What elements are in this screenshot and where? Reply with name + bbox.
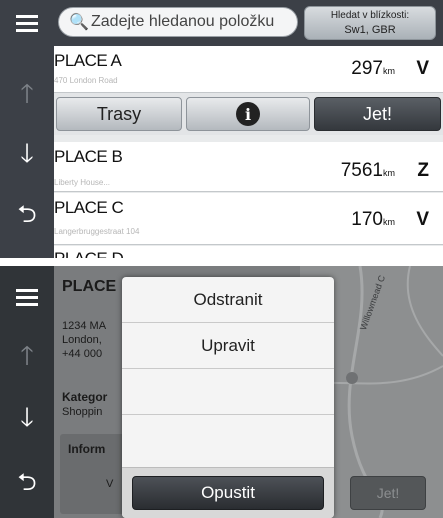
arrow-up-icon: 🡑	[20, 340, 34, 370]
result-row[interactable]: PLACE D	[54, 246, 443, 258]
info-button[interactable]: i	[186, 97, 310, 131]
cancel-button[interactable]: Opustit	[132, 476, 324, 510]
go-button[interactable]: Jet!	[314, 97, 441, 131]
panel-divider	[0, 258, 443, 266]
search-input[interactable]: 🔍 Zadejte hledanou položku	[58, 7, 298, 37]
result-distance: 170km	[351, 209, 395, 230]
category-label: Kategor	[62, 390, 108, 404]
arrow-down-icon: 🡓	[20, 402, 34, 432]
arrow-up-icon: 🡑	[20, 78, 34, 108]
edit-option[interactable]: Upravit	[122, 323, 334, 369]
go-button-disabled: Jet!	[350, 476, 426, 510]
result-row[interactable]: PLACE C Langerbruggestraat 104 170km V	[54, 193, 443, 245]
menu-button[interactable]	[0, 274, 54, 320]
result-name: PLACE C	[54, 198, 124, 217]
result-direction: V	[416, 58, 429, 79]
result-name: PLACE A	[54, 51, 122, 70]
result-address: Langerbruggestraat 104	[54, 227, 140, 236]
arrow-down-icon: 🡓	[20, 138, 34, 168]
menu-icon	[16, 288, 38, 306]
options-dialog: Odstranit Upravit Opustit	[122, 277, 334, 518]
empty-option-slot	[122, 415, 334, 461]
search-near-value: Sw1, GBR	[344, 24, 396, 36]
result-address: Liberty House...	[54, 178, 111, 187]
search-near-label: Hledat v blízkosti:	[330, 10, 410, 21]
category-value: Shoppin	[62, 406, 103, 418]
dialog-footer: Opustit	[122, 467, 334, 518]
delete-option[interactable]: Odstranit	[122, 277, 334, 323]
search-bar: 🔍 Zadejte hledanou položku Hledat v blíz…	[54, 0, 443, 46]
scroll-down-button[interactable]: 🡓	[0, 398, 54, 444]
result-distance: 297km	[351, 58, 395, 79]
back-icon: ⮌	[17, 200, 37, 228]
info-label: Inform	[68, 442, 106, 456]
result-name: PLACE D	[54, 249, 124, 258]
back-icon: ⮌	[17, 468, 37, 496]
place-options-screen: PLACE 1234 MA London, +44 000 Kategor Sh…	[0, 266, 443, 518]
result-name: PLACE B	[54, 147, 123, 166]
result-row[interactable]: PLACE A 470 London Road 297km V	[54, 46, 443, 93]
search-icon: 🔍	[69, 14, 89, 31]
side-bar: 🡑 🡓 ⮌	[0, 0, 54, 258]
info-icon: i	[236, 102, 260, 126]
place-phone: +44 000	[62, 348, 103, 360]
place-city: London,	[62, 334, 102, 346]
scroll-up-button[interactable]: 🡑	[0, 336, 54, 382]
search-near-button[interactable]: Hledat v blízkosti: Sw1, GBR	[304, 6, 436, 40]
menu-icon	[16, 14, 38, 32]
search-placeholder: Zadejte hledanou položku	[91, 13, 275, 30]
place-name: PLACE	[62, 278, 117, 295]
result-direction: Z	[417, 160, 429, 181]
side-bar: 🡑 🡓 ⮌	[0, 266, 54, 518]
scroll-down-button[interactable]: 🡓	[0, 134, 54, 180]
search-results-screen: 🡑 🡓 ⮌ 🔍 Zadejte hledanou položku Hledat …	[0, 0, 443, 258]
menu-button[interactable]	[0, 0, 54, 46]
result-actions: Trasy i Jet!	[54, 93, 443, 135]
scroll-up-button[interactable]: 🡑	[0, 74, 54, 120]
info-value: V	[106, 478, 114, 490]
back-button[interactable]: ⮌	[0, 194, 54, 240]
empty-option-slot	[122, 369, 334, 415]
back-button[interactable]: ⮌	[0, 462, 54, 508]
result-distance: 7561km	[340, 160, 395, 181]
result-row[interactable]: PLACE B Liberty House... 7561km Z	[54, 142, 443, 192]
result-direction: V	[416, 209, 429, 230]
place-address-line: 1234 MA	[62, 320, 107, 332]
result-address: 470 London Road	[54, 76, 118, 85]
info-section: Inform V	[60, 434, 130, 514]
route-button[interactable]: Trasy	[56, 97, 182, 131]
